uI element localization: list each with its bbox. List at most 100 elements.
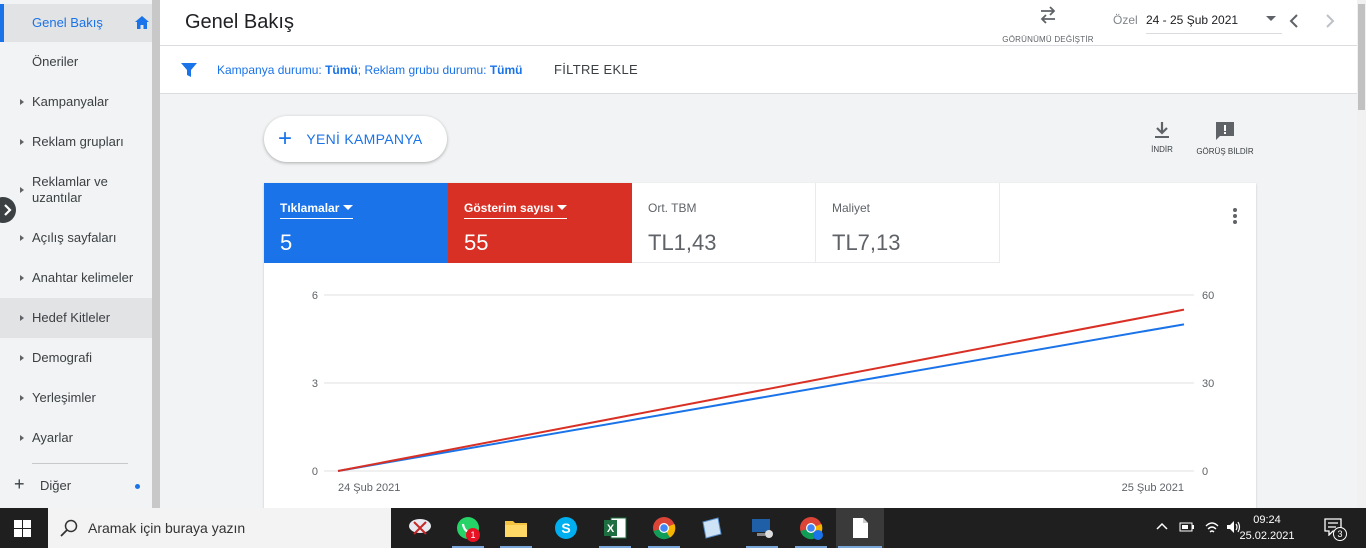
home-icon <box>134 15 150 33</box>
caret-right-icon <box>20 139 24 145</box>
metric-tile-cost[interactable]: Maliyet TL7,13 <box>816 183 1000 263</box>
chevron-left-icon <box>1289 14 1298 28</box>
chrome-profile-icon[interactable] <box>797 514 825 542</box>
sidebar-item-settings[interactable]: Ayarlar <box>0 420 152 456</box>
x-tick-label: 25 Şub 2021 <box>1122 482 1184 494</box>
sidebar-item-label: Anahtar kelimeler <box>32 270 134 285</box>
metric-value: TL1,43 <box>648 230 717 255</box>
series-line-clicks <box>337 323 1185 472</box>
date-range-selector[interactable]: 24 - 25 Şub 2021 <box>1146 6 1282 34</box>
metric-tile-clicks[interactable]: Tıklamalar 5 <box>264 183 448 263</box>
top-bar: Genel Bakış GÖRÜNÜMÜ DEĞİŞTİR Özel 24 - … <box>160 0 1357 46</box>
dropdown-caret-icon <box>343 205 354 210</box>
wifi-icon[interactable] <box>1204 520 1220 537</box>
y-left-tick-label: 0 <box>312 466 318 478</box>
caret-right-icon <box>20 99 24 105</box>
sidebar-item-demographics[interactable]: Demografi <box>0 340 152 376</box>
page-scrollbar[interactable] <box>1357 0 1366 508</box>
metric-value: 5 <box>280 230 293 255</box>
series-line-impressions <box>337 308 1185 472</box>
sidebar-item-label: Reklamlar ve uzantılar <box>32 174 108 205</box>
sidebar-item-label: Reklam grupları <box>32 134 124 149</box>
system-clock[interactable]: 09:24 25.02.2021 <box>1238 512 1296 544</box>
svg-text:S: S <box>561 520 570 536</box>
campaign-status-value: Tümü <box>325 63 358 77</box>
metric-tile-avg-cpc[interactable]: Ort. TBM TL1,43 <box>632 183 816 263</box>
adgroup-status-value: Tümü <box>489 63 523 77</box>
more-options-icon[interactable] <box>1232 207 1238 230</box>
sidebar-item-campaigns[interactable]: Kampanyalar <box>0 84 152 120</box>
remote-desktop-icon[interactable] <box>748 514 776 542</box>
taskbar-search[interactable]: Aramak için buraya yazın <box>48 508 391 548</box>
sidebar-item-label: Öneriler <box>32 54 79 69</box>
filter-bar: Kampanya durumu: Tümü; Reklam grubu duru… <box>160 46 1357 94</box>
metric-name[interactable]: Tıklamalar <box>280 201 354 219</box>
filter-icon[interactable] <box>180 62 198 83</box>
dropdown-caret-icon[interactable] <box>1266 16 1276 21</box>
clock-date: 25.02.2021 <box>1239 530 1295 542</box>
sidebar-item-ad-groups[interactable]: Reklam grupları <box>0 124 152 160</box>
metric-name[interactable]: Gösterim sayısı <box>464 201 568 219</box>
date-prefix: Özel <box>1113 13 1138 27</box>
skype-icon[interactable]: S <box>552 514 580 542</box>
excel-icon[interactable]: X <box>601 514 629 542</box>
snipping-tool-icon[interactable] <box>406 514 434 542</box>
caret-right-icon <box>20 395 24 401</box>
caret-right-icon <box>20 355 24 361</box>
change-view-button[interactable]: GÖRÜNÜMÜ DEĞİŞTİR <box>1002 4 1094 44</box>
metric-value: 55 <box>464 230 489 255</box>
sidebar-item-overview[interactable]: Genel Bakış <box>0 4 152 42</box>
file-explorer-icon[interactable] <box>502 514 530 542</box>
sidebar-item-landing-pages[interactable]: Açılış sayfaları <box>0 220 152 256</box>
sidebar-item-label: Yerleşimler <box>32 390 96 405</box>
sidebar: Genel Bakış Öneriler Kampanyalar Reklam … <box>0 0 152 508</box>
x-tick-label: 24 Şub 2021 <box>338 482 400 494</box>
sidebar-item-ads-extensions[interactable]: Reklamlar ve uzantılar <box>0 164 152 216</box>
date-range-value: 24 - 25 Şub 2021 <box>1146 13 1239 27</box>
plus-icon: + <box>278 125 293 152</box>
download-button[interactable]: İNDİR <box>1148 121 1176 154</box>
chrome-icon[interactable] <box>650 514 678 542</box>
document-icon[interactable] <box>846 514 874 542</box>
y-right-tick-label: 60 <box>1202 290 1214 302</box>
notes-app-icon[interactable] <box>698 514 726 542</box>
clock-time: 09:24 <box>1253 514 1281 526</box>
sidebar-item-audiences[interactable]: Hedef Kitleler <box>0 298 152 338</box>
notification-center-icon[interactable]: 3 <box>1324 518 1347 541</box>
previous-period-button[interactable] <box>1288 12 1300 33</box>
caret-right-icon <box>20 187 24 193</box>
sidebar-item-label: Genel Bakış <box>32 15 103 30</box>
main-area: Genel Bakış GÖRÜNÜMÜ DEĞİŞTİR Özel 24 - … <box>160 0 1357 508</box>
sidebar-item-keywords[interactable]: Anahtar kelimeler <box>0 260 152 296</box>
dropdown-caret-icon <box>557 205 568 210</box>
whatsapp-badge: 1 <box>466 528 480 542</box>
sidebar-item-more[interactable]: + Diğer <box>0 470 152 502</box>
metric-name-text: Gösterim sayısı <box>464 201 554 215</box>
page-title: Genel Bakış <box>185 11 294 33</box>
sidebar-scrollbar[interactable] <box>152 0 160 508</box>
sidebar-item-label: Kampanyalar <box>32 94 109 109</box>
sidebar-item-label: Diğer <box>40 478 72 493</box>
new-campaign-button[interactable]: + YENİ KAMPANYA <box>264 116 447 162</box>
windows-start-icon[interactable] <box>14 520 31 542</box>
add-filter-button[interactable]: FİLTRE EKLE <box>554 62 638 77</box>
change-view-label: GÖRÜNÜMÜ DEĞİŞTİR <box>1002 35 1094 44</box>
plus-icon: + <box>14 474 25 494</box>
battery-icon[interactable] <box>1179 522 1195 535</box>
y-left-tick-label: 3 <box>312 378 318 390</box>
next-period-button[interactable] <box>1324 12 1336 33</box>
campaign-status-label: Kampanya durumu: <box>217 63 322 77</box>
active-filters[interactable]: Kampanya durumu: Tümü; Reklam grubu duru… <box>217 63 523 77</box>
show-hidden-icons-icon[interactable] <box>1156 521 1168 533</box>
sidebar-divider <box>32 463 128 464</box>
sidebar-item-placements[interactable]: Yerleşimler <box>0 380 152 416</box>
new-campaign-label: YENİ KAMPANYA <box>306 131 423 147</box>
sidebar-item-recommendations[interactable]: Öneriler <box>0 44 152 80</box>
windows-taskbar: Aramak için buraya yazın 1 S X 09:24 25.… <box>0 508 1366 548</box>
metric-tile-impressions[interactable]: Gösterim sayısı 55 <box>448 183 632 263</box>
performance-chart: 0360306024 Şub 2021 25 Şub 2021 <box>312 290 1214 494</box>
feedback-button[interactable]: GÖRÜŞ BİLDİR <box>1196 121 1254 156</box>
caret-right-icon <box>20 235 24 241</box>
scrollbar-thumb[interactable] <box>1358 4 1365 110</box>
whatsapp-icon[interactable]: 1 <box>454 514 482 542</box>
